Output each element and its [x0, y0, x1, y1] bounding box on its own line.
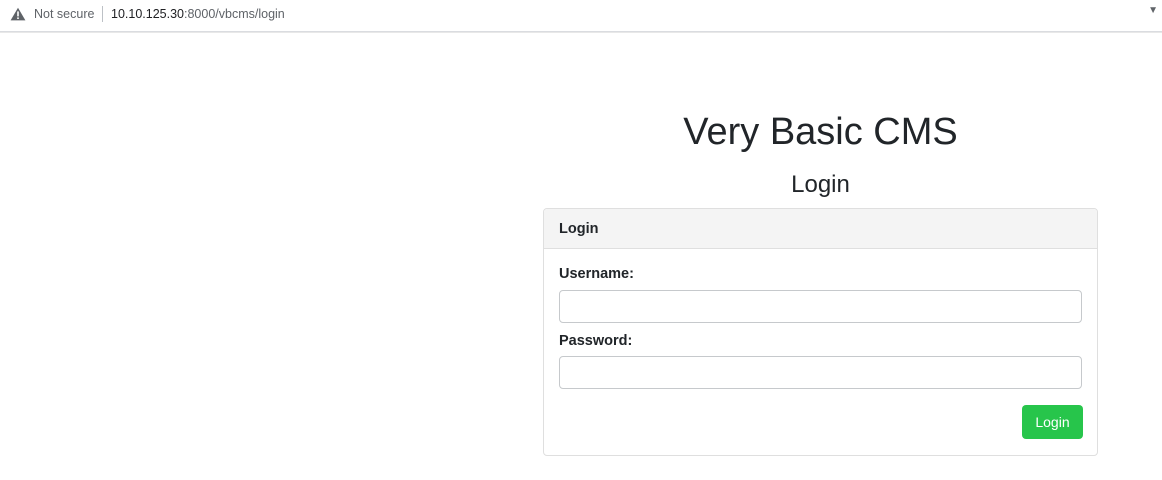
username-input[interactable] [559, 290, 1082, 323]
password-input[interactable] [559, 356, 1082, 389]
warning-triangle-icon[interactable] [10, 7, 26, 21]
address-divider [102, 6, 103, 22]
url-text[interactable]: 10.10.125.30:8000/vbcms/login [111, 7, 285, 21]
login-card: Login Username: Password: Login [543, 208, 1098, 456]
page-subtitle: Login [791, 171, 850, 198]
caret-down-icon[interactable]: ▼ [1148, 5, 1158, 16]
site-title: Very Basic CMS [683, 111, 958, 153]
password-label: Password: [559, 333, 633, 349]
browser-address-bar: Not secure 10.10.125.30:8000/vbcms/login… [0, 0, 1162, 32]
card-header: Login [544, 209, 1097, 249]
username-label: Username: [559, 266, 634, 282]
url-host: 10.10.125.30 [111, 7, 184, 21]
login-button[interactable]: Login [1022, 405, 1083, 439]
url-path: :8000/vbcms/login [184, 7, 285, 21]
security-status[interactable]: Not secure [34, 7, 94, 21]
